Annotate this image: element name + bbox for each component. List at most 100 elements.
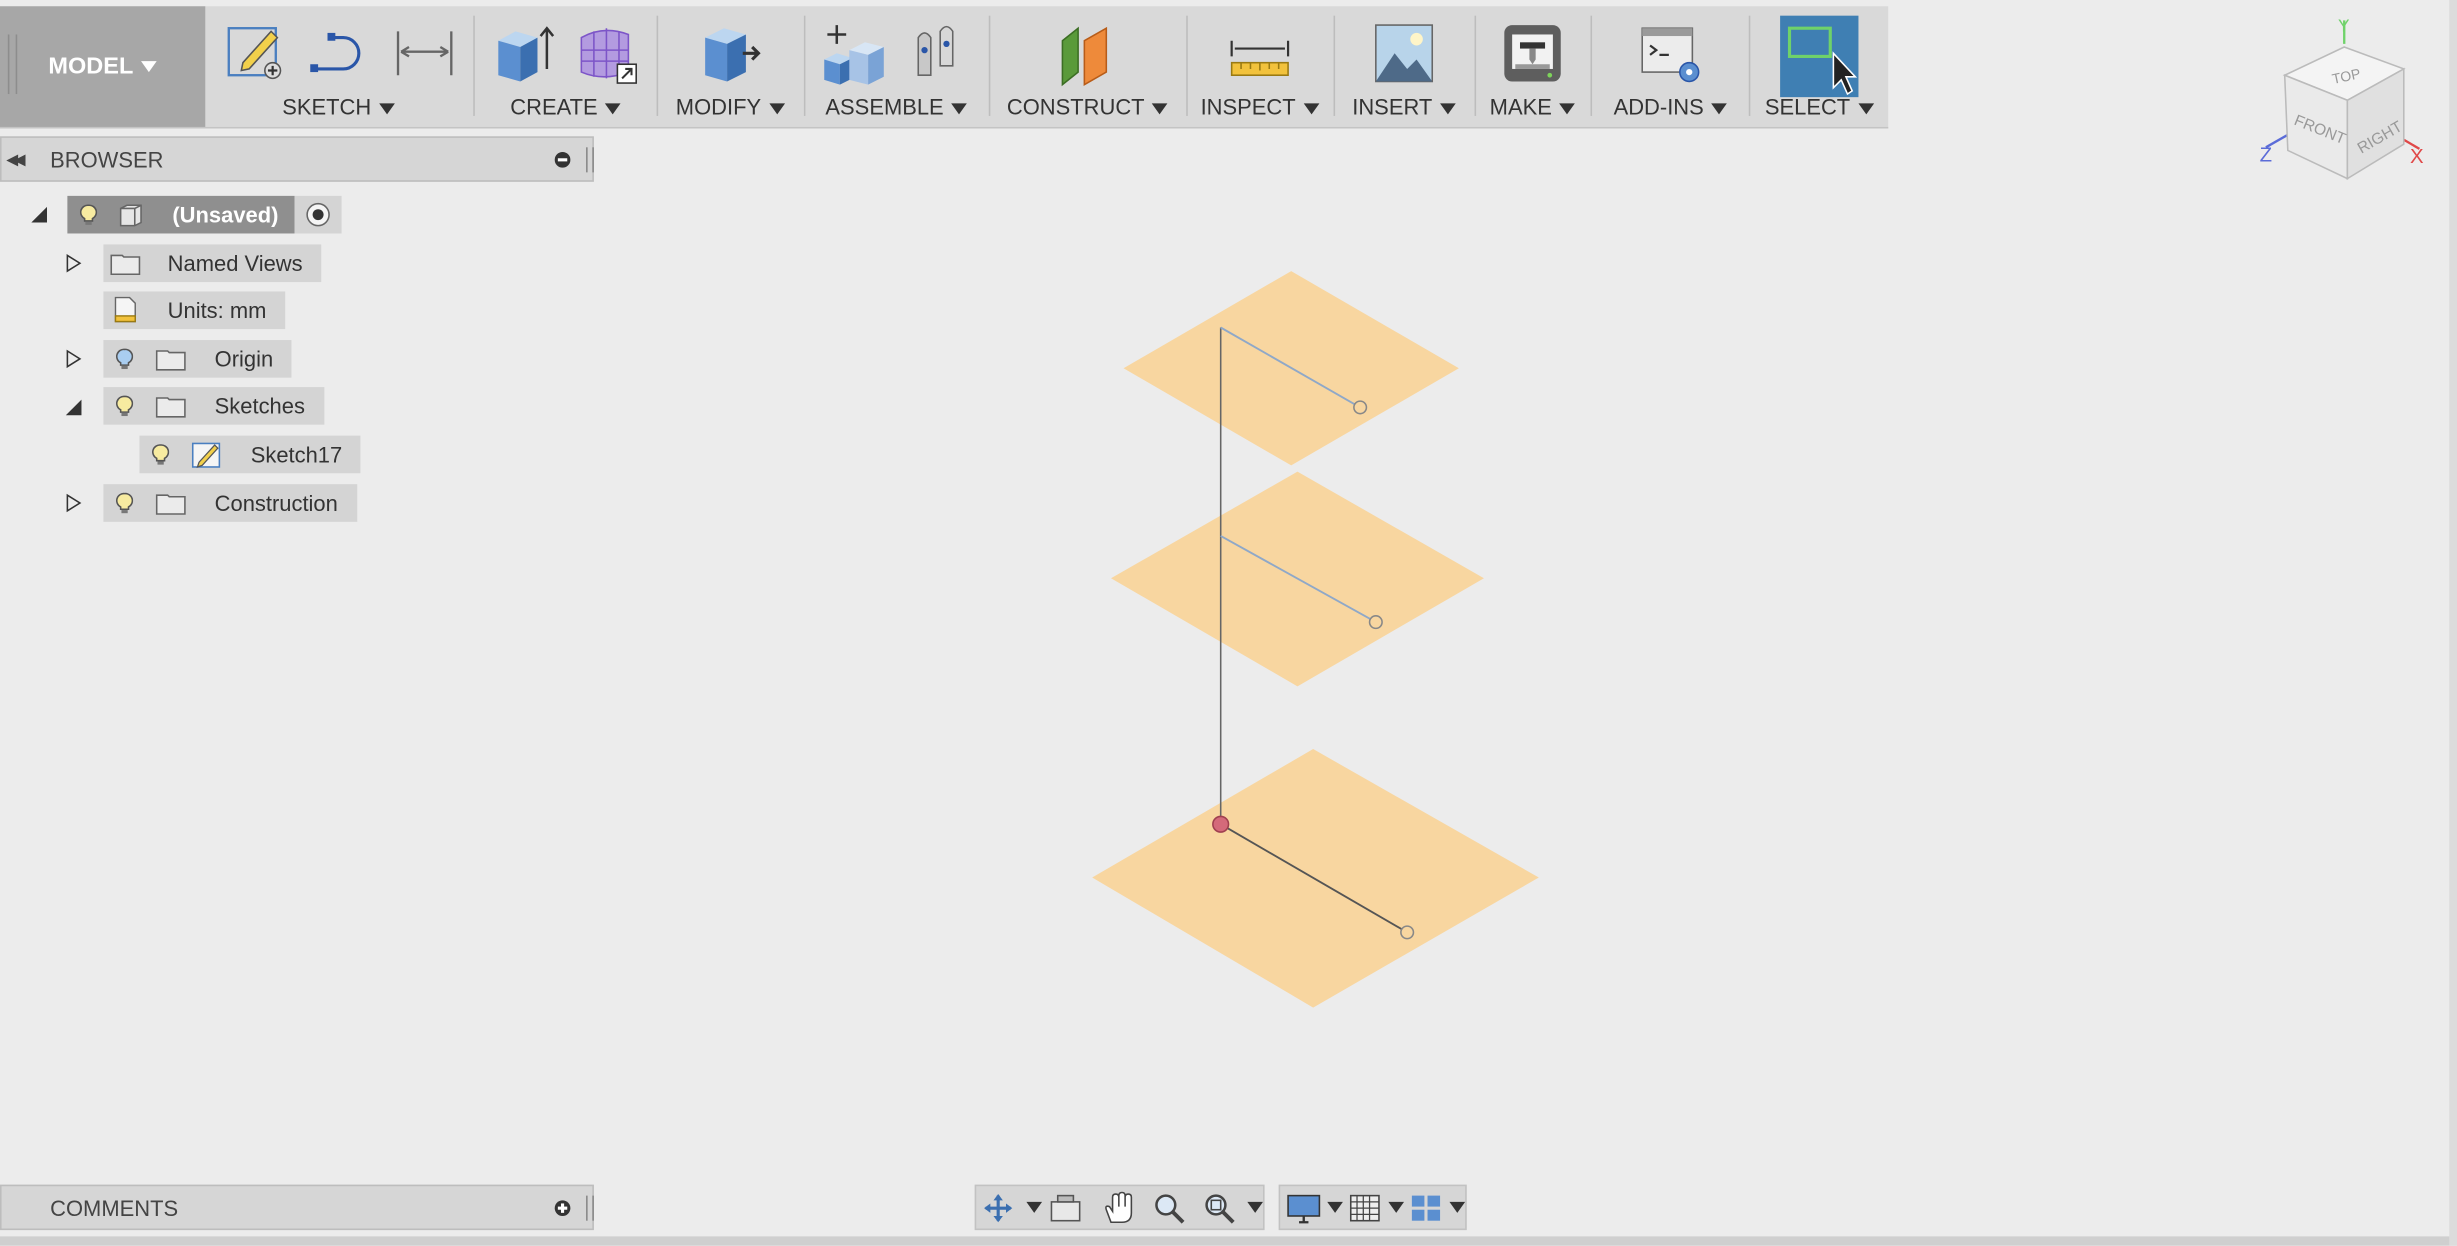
tree-item-label: Sketch17 [250, 441, 343, 467]
radio-active-icon [305, 202, 330, 227]
new-component-icon[interactable] [821, 22, 887, 88]
construct-caret-icon [1152, 103, 1169, 115]
select-group: SELECT [1750, 6, 1888, 127]
comments-resize-handle[interactable] [586, 1195, 594, 1221]
tree-item-label: Construction [214, 490, 338, 516]
inspect-menu[interactable]: INSPECT [1188, 94, 1332, 119]
modify-menu[interactable]: MODIFY [658, 94, 802, 119]
insert-caret-icon [1440, 103, 1456, 115]
zoom-caret-icon[interactable] [1247, 1201, 1264, 1213]
activate-radio[interactable] [294, 195, 342, 234]
sketch-point[interactable] [1400, 925, 1415, 940]
expanded-triangle-icon[interactable] [64, 398, 83, 417]
extrude-box-icon[interactable] [494, 22, 557, 85]
tree-item-units[interactable]: Units: mm [103, 291, 286, 330]
main-toolbar: MODEL SKETCH CREATE MODIFY ASSEMBLE CONS… [0, 6, 1889, 129]
inspect-group: INSPECT [1188, 6, 1332, 127]
construct-menu[interactable]: CONSTRUCT [990, 94, 1184, 119]
look-at-icon[interactable] [1048, 1194, 1082, 1222]
comments-title: COMMENTS [50, 1195, 179, 1221]
pan-hand-icon[interactable] [1102, 1191, 1136, 1225]
insert-label: INSERT [1352, 94, 1433, 120]
dimension-icon[interactable] [393, 22, 456, 82]
make-menu[interactable]: MAKE [1476, 94, 1589, 119]
origin-point[interactable] [1212, 815, 1230, 833]
create-label: CREATE [510, 94, 598, 120]
create-menu[interactable]: CREATE [475, 94, 657, 119]
viewports-caret-icon[interactable] [1449, 1201, 1466, 1213]
make-caret-icon [1559, 103, 1576, 115]
tree-item-named-views[interactable]: Named Views [103, 244, 322, 283]
toolbar-grip[interactable] [7, 34, 18, 95]
construct-label: CONSTRUCT [1006, 94, 1145, 120]
workspace-switcher[interactable]: MODEL [0, 6, 206, 127]
folder-icon [110, 253, 141, 275]
insert-image-icon[interactable] [1373, 22, 1436, 85]
tree-item-label: (Unsaved) [172, 202, 279, 228]
collapse-browser-icon[interactable]: ◀◀ [6, 152, 26, 169]
sketch-point[interactable] [1368, 615, 1383, 630]
model-canvas[interactable] [595, 141, 2444, 1175]
add-ins-menu[interactable]: ADD-INS [1592, 94, 1749, 119]
inspect-label: INSPECT [1200, 94, 1296, 120]
orbit-caret-icon[interactable] [1026, 1201, 1043, 1213]
units-document-icon [114, 296, 136, 323]
measure-ruler-icon[interactable] [1229, 22, 1292, 85]
modify-group: MODIFY [658, 6, 802, 127]
tree-item-sketches[interactable]: Sketches [103, 387, 324, 425]
tree-item-construction[interactable]: Construction [103, 484, 357, 522]
tree-item-origin[interactable]: Origin [103, 340, 293, 378]
orbit-icon[interactable] [983, 1192, 1021, 1223]
assemble-menu[interactable]: ASSEMBLE [805, 94, 987, 119]
assemble-group: ASSEMBLE [805, 6, 987, 127]
scripts-addins-icon[interactable] [1639, 22, 1702, 85]
sketch-menu[interactable]: SKETCH [205, 94, 471, 119]
add-comment-icon[interactable] [554, 1200, 571, 1216]
viewcube[interactable]: Y Z X TOP FRONT RIGHT [2256, 13, 2436, 189]
add-ins-label: ADD-INS [1613, 94, 1704, 120]
tree-item-label: Origin [214, 346, 274, 372]
viewports-icon[interactable] [1409, 1192, 1443, 1223]
arc-line-icon[interactable] [309, 22, 372, 82]
select-menu[interactable]: SELECT [1750, 94, 1888, 119]
window-right-edge [2449, 0, 2457, 1246]
collapsed-triangle-icon[interactable] [66, 349, 82, 369]
visibility-bulb-icon[interactable] [116, 395, 134, 417]
folder-icon [155, 396, 186, 417]
make-label: MAKE [1489, 94, 1552, 120]
tree-node: Units: mm [103, 291, 286, 330]
folder-icon [155, 349, 186, 370]
browser-resize-handle[interactable] [586, 147, 594, 173]
form-mesh-icon[interactable] [575, 22, 641, 85]
display-settings-icon[interactable] [1287, 1192, 1321, 1224]
collapsed-triangle-icon[interactable] [66, 254, 82, 273]
visibility-bulb-icon[interactable] [116, 348, 134, 370]
window-bottom-edge [0, 1236, 2457, 1246]
joint-icon[interactable] [906, 22, 969, 85]
zoom-icon[interactable] [1152, 1191, 1186, 1225]
sketch-icon [191, 442, 221, 468]
sketch-point[interactable] [1353, 400, 1368, 415]
tree-item-unsaved[interactable]: (Unsaved) [67, 195, 342, 234]
browser-minimize-icon[interactable] [554, 151, 571, 168]
tree-item-label: Units: mm [167, 297, 267, 323]
insert-menu[interactable]: INSERT [1335, 94, 1473, 119]
visibility-bulb-icon[interactable] [152, 443, 170, 465]
create-sketch-icon[interactable] [224, 22, 284, 82]
assemble-caret-icon [951, 103, 968, 115]
press-pull-icon[interactable] [699, 22, 765, 85]
fit-window-icon[interactable] [1202, 1191, 1236, 1225]
collapsed-triangle-icon[interactable] [66, 493, 82, 513]
3d-print-icon[interactable] [1501, 22, 1564, 85]
tree-node: (Unsaved) [67, 195, 295, 234]
select-label: SELECT [1764, 94, 1851, 120]
visibility-bulb-icon[interactable] [79, 204, 98, 226]
expanded-triangle-icon[interactable] [30, 205, 49, 224]
display-caret-icon[interactable] [1327, 1201, 1343, 1213]
grid-snap-icon[interactable] [1348, 1192, 1382, 1223]
offset-plane-icon[interactable] [1056, 22, 1122, 88]
tree-item-sketch17[interactable]: Sketch17 [139, 435, 361, 474]
visibility-bulb-icon[interactable] [116, 492, 134, 514]
axis-x-label: X [2410, 146, 2424, 168]
grid-caret-icon[interactable] [1388, 1201, 1405, 1213]
